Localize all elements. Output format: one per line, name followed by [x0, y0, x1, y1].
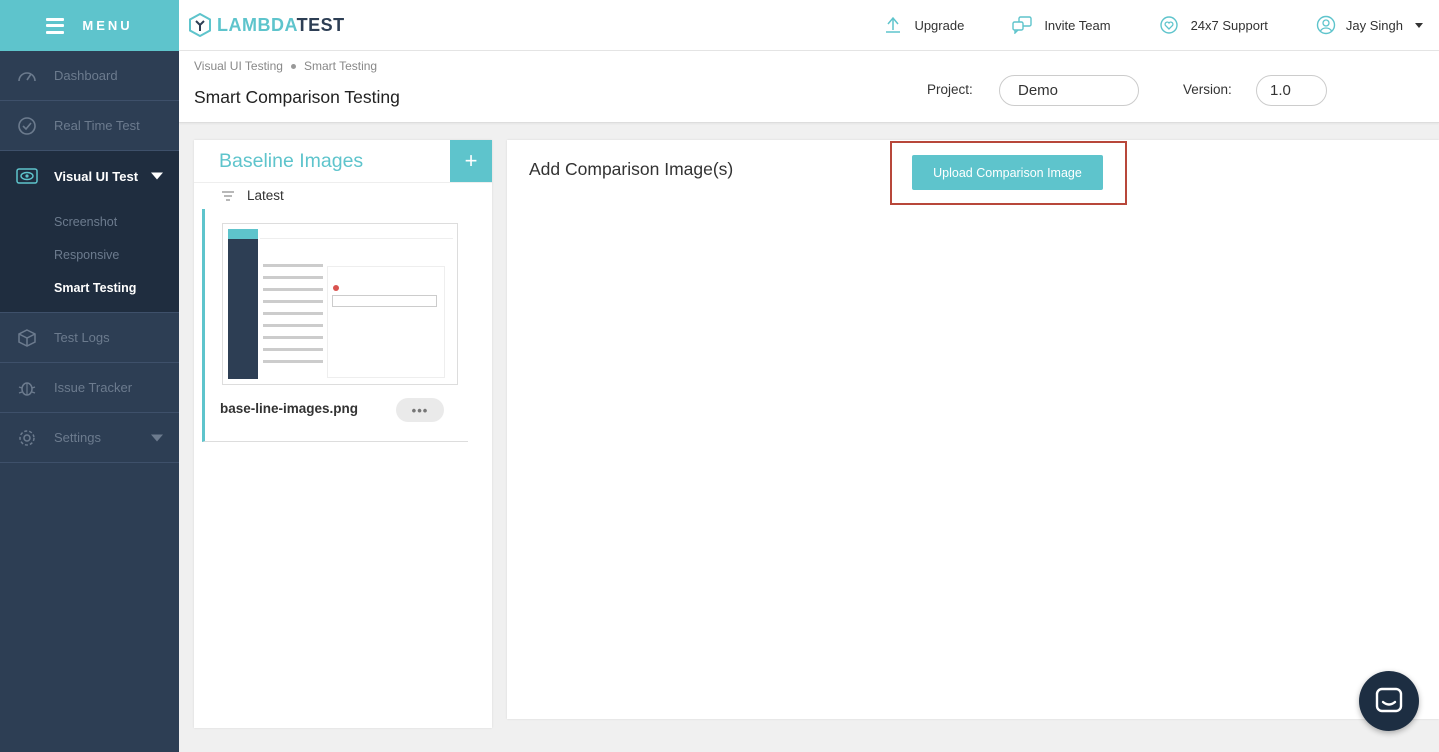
page-title: Smart Comparison Testing	[194, 87, 400, 107]
hamburger-icon	[46, 17, 65, 34]
clock-icon	[16, 115, 38, 137]
thumbnail-menu	[228, 229, 258, 239]
sidebar: MENU Dashboard Real Time Test Visual UI …	[0, 0, 179, 752]
chevron-down-icon	[151, 434, 163, 441]
chevron-down-icon	[151, 172, 163, 180]
sidebar-item-label: Real Time Test	[54, 118, 140, 133]
upload-comparison-button[interactable]: Upload Comparison Image	[912, 155, 1103, 190]
sidebar-item-label: Visual UI Test	[54, 168, 139, 184]
page-header: Visual UI Testing Smart Testing Smart Co…	[179, 51, 1439, 123]
comparison-title: Add Comparison Image(s)	[529, 159, 734, 179]
menu-label: MENU	[82, 18, 133, 33]
breadcrumb-smart-testing[interactable]: Smart Testing	[304, 59, 377, 73]
heart-chat-icon	[1159, 16, 1178, 34]
breadcrumb: Visual UI Testing Smart Testing	[194, 59, 377, 73]
chat-bubbles-icon	[1012, 16, 1033, 34]
comparison-panel: Add Comparison Image(s) Upload Compariso…	[507, 140, 1439, 719]
sidebar-subitem-responsive[interactable]: Responsive	[0, 238, 179, 271]
sidebar-item-dashboard[interactable]: Dashboard	[0, 51, 179, 101]
version-select[interactable]: 1.0	[1256, 75, 1327, 106]
baseline-thumbnail[interactable]	[222, 223, 458, 385]
more-options-button[interactable]: •••	[396, 398, 444, 422]
support-label: 24x7 Support	[1190, 17, 1268, 33]
menu-toggle[interactable]: MENU	[0, 0, 179, 51]
bug-icon	[16, 377, 38, 399]
sidebar-item-label: Issue Tracker	[54, 380, 133, 395]
thumbnail-panel	[327, 266, 445, 378]
user-menu[interactable]: Jay Singh	[1316, 15, 1423, 35]
chat-icon	[1375, 687, 1403, 713]
chat-launcher-button[interactable]	[1359, 671, 1419, 731]
sidebar-item-label: Settings	[54, 430, 101, 445]
thumbnail-dot	[333, 285, 339, 291]
sidebar-item-test-logs[interactable]: Test Logs	[0, 313, 179, 363]
baseline-images-panel: Baseline Images + Latest base-line-image…	[194, 140, 492, 728]
user-name: Jay Singh	[1345, 17, 1403, 33]
project-select[interactable]: Demo	[999, 75, 1139, 106]
project-label: Project:	[927, 82, 973, 97]
logo[interactable]: LAMBDATEST	[189, 13, 345, 37]
upgrade-label: Upgrade	[914, 17, 965, 33]
baseline-title: Baseline Images	[219, 149, 364, 172]
thumbnail-box	[332, 295, 437, 307]
sort-filter[interactable]: Latest	[194, 183, 492, 208]
gear-icon	[16, 427, 38, 449]
sidebar-item-visual-ui-test[interactable]: Visual UI Test	[0, 151, 179, 201]
upgrade-link[interactable]: Upgrade	[884, 16, 964, 34]
add-baseline-button[interactable]: +	[450, 140, 492, 182]
filter-icon	[222, 190, 234, 201]
user-avatar-icon	[1316, 15, 1336, 35]
sidebar-item-issue-tracker[interactable]: Issue Tracker	[0, 363, 179, 413]
logo-text: LAMBDATEST	[217, 14, 345, 35]
breadcrumb-separator	[290, 63, 296, 69]
baseline-header: Baseline Images +	[194, 140, 492, 183]
sidebar-subitem-screenshot[interactable]: Screenshot	[0, 205, 179, 238]
filter-label: Latest	[247, 188, 284, 203]
thumbnail-list	[263, 264, 323, 372]
top-header: LAMBDATEST Upgrade Invite Team 24x7 Supp…	[179, 0, 1439, 51]
logo-icon	[189, 13, 211, 37]
support-link[interactable]: 24x7 Support	[1159, 15, 1268, 35]
breadcrumb-visual-ui-testing[interactable]: Visual UI Testing	[194, 59, 283, 73]
baseline-image-card[interactable]: base-line-images.png •••	[202, 209, 468, 442]
invite-team-label: Invite Team	[1044, 17, 1111, 33]
sidebar-item-label: Test Logs	[54, 330, 110, 345]
sidebar-item-settings[interactable]: Settings	[0, 413, 179, 463]
invite-team-link[interactable]: Invite Team	[1012, 16, 1111, 34]
file-name: base-line-images.png	[220, 401, 359, 416]
thumbnail-sidebar	[228, 229, 258, 379]
upgrade-icon	[886, 16, 901, 33]
speedometer-icon	[16, 65, 38, 87]
caret-down-icon	[1415, 22, 1423, 28]
thumbnail-topbar	[260, 229, 453, 239]
sidebar-submenu: Screenshot Responsive Smart Testing	[0, 201, 179, 313]
sidebar-subitem-smart-testing[interactable]: Smart Testing	[0, 271, 179, 304]
version-label: Version:	[1183, 82, 1232, 97]
cube-icon	[16, 327, 38, 349]
eye-icon	[16, 165, 38, 187]
sidebar-item-real-time-test[interactable]: Real Time Test	[0, 101, 179, 151]
sidebar-item-label: Dashboard	[54, 68, 118, 83]
